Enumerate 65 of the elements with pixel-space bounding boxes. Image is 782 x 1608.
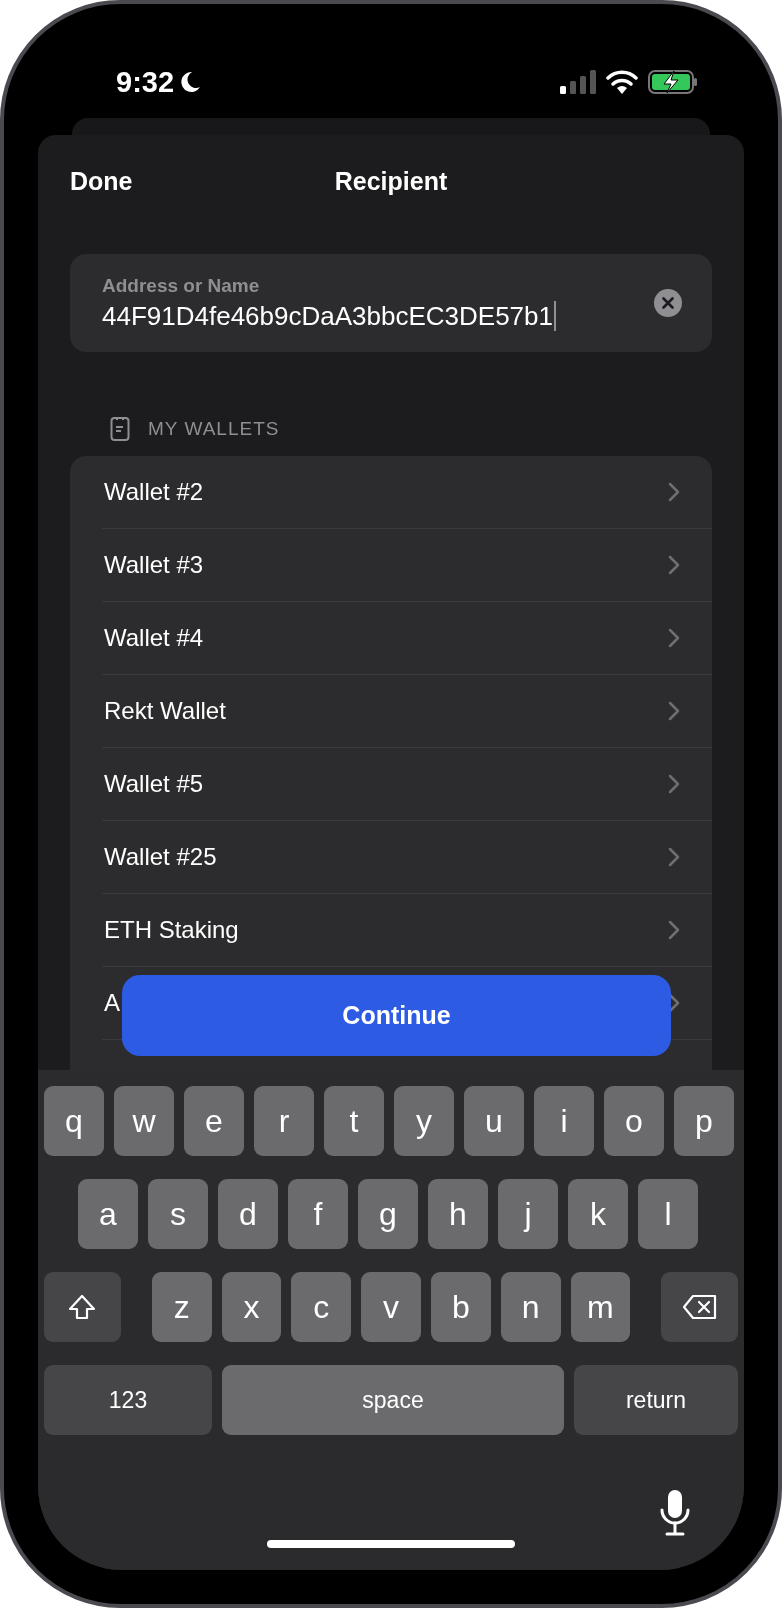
field-label: Address or Name: [102, 274, 261, 297]
key[interactable]: f: [288, 1179, 348, 1249]
wallet-name[interactable]: Rekt Wallet: [104, 697, 226, 724]
key[interactable]: z: [151, 1272, 212, 1342]
delete-key[interactable]: [661, 1272, 739, 1342]
space-key[interactable]: space: [222, 1365, 564, 1435]
key[interactable]: o: [604, 1086, 664, 1156]
return-key[interactable]: return: [574, 1365, 738, 1435]
key[interactable]: l: [638, 1179, 698, 1249]
key[interactable]: a: [78, 1179, 138, 1249]
status-time: 9:32: [116, 65, 175, 99]
chevron-icon: [668, 920, 680, 940]
wifi-icon: [606, 70, 638, 94]
key[interactable]: u: [464, 1086, 524, 1156]
key[interactable]: y: [394, 1086, 454, 1156]
key[interactable]: g: [358, 1179, 418, 1249]
text-cursor: [554, 301, 556, 331]
wallet-name[interactable]: A: [104, 989, 120, 1016]
signal-icon: [560, 70, 596, 94]
chevron-icon: [668, 774, 680, 794]
key[interactable]: n: [500, 1272, 561, 1342]
battery-charging-icon: [648, 70, 698, 94]
microphone-icon[interactable]: [658, 1488, 692, 1536]
wallet-name[interactable]: Wallet #2: [104, 478, 204, 505]
key[interactable]: x: [221, 1272, 282, 1342]
key[interactable]: t: [324, 1086, 384, 1156]
key[interactable]: j: [498, 1179, 558, 1249]
field-value: 44F91D4fe46b9cDaA3bbcEC3DE57b1: [102, 300, 553, 332]
address-field[interactable]: Address or Name 44F91D4fe46b9cDaA3bbcEC3DE57b1: [70, 254, 712, 352]
key[interactable]: h: [428, 1179, 488, 1249]
wallet-name[interactable]: Wallet #4: [104, 624, 204, 651]
backspace-icon: [681, 1294, 718, 1320]
done-button[interactable]: Done: [70, 166, 133, 196]
wallet-name[interactable]: Wallet #25: [104, 843, 217, 870]
key[interactable]: b: [430, 1272, 491, 1342]
wallet-name[interactable]: Wallet #3: [104, 551, 204, 578]
key[interactable]: m: [570, 1272, 631, 1342]
numbers-key[interactable]: 123: [44, 1365, 212, 1435]
chevron-icon: [668, 628, 680, 648]
chevron-icon: [668, 555, 680, 575]
key[interactable]: c: [291, 1272, 352, 1342]
chevron-icon: [668, 847, 680, 867]
key[interactable]: v: [361, 1272, 421, 1342]
chevron-icon: [668, 701, 680, 721]
key[interactable]: r: [254, 1086, 314, 1156]
key[interactable]: i: [534, 1086, 594, 1156]
continue-button[interactable]: Continue: [122, 975, 671, 1056]
key[interactable]: w: [114, 1086, 174, 1156]
screen-title: Recipient: [334, 166, 448, 196]
chevron-icon: [668, 482, 680, 502]
key[interactable]: e: [184, 1086, 244, 1156]
shift-icon: [67, 1292, 98, 1322]
moon-icon: [178, 70, 203, 94]
key[interactable]: q: [44, 1086, 104, 1156]
clear-icon[interactable]: [654, 289, 682, 317]
wallet-name[interactable]: Wallet #5: [104, 770, 204, 797]
wallet-name[interactable]: ETH Staking: [104, 916, 239, 943]
key[interactable]: s: [148, 1179, 208, 1249]
section-header: MY WALLETS: [148, 418, 280, 440]
wallet-card-icon: [110, 416, 130, 442]
chevron-icon: [668, 993, 680, 1013]
shift-key[interactable]: [44, 1272, 121, 1342]
key[interactable]: p: [674, 1086, 734, 1156]
key[interactable]: d: [218, 1179, 278, 1249]
key[interactable]: k: [568, 1179, 628, 1249]
